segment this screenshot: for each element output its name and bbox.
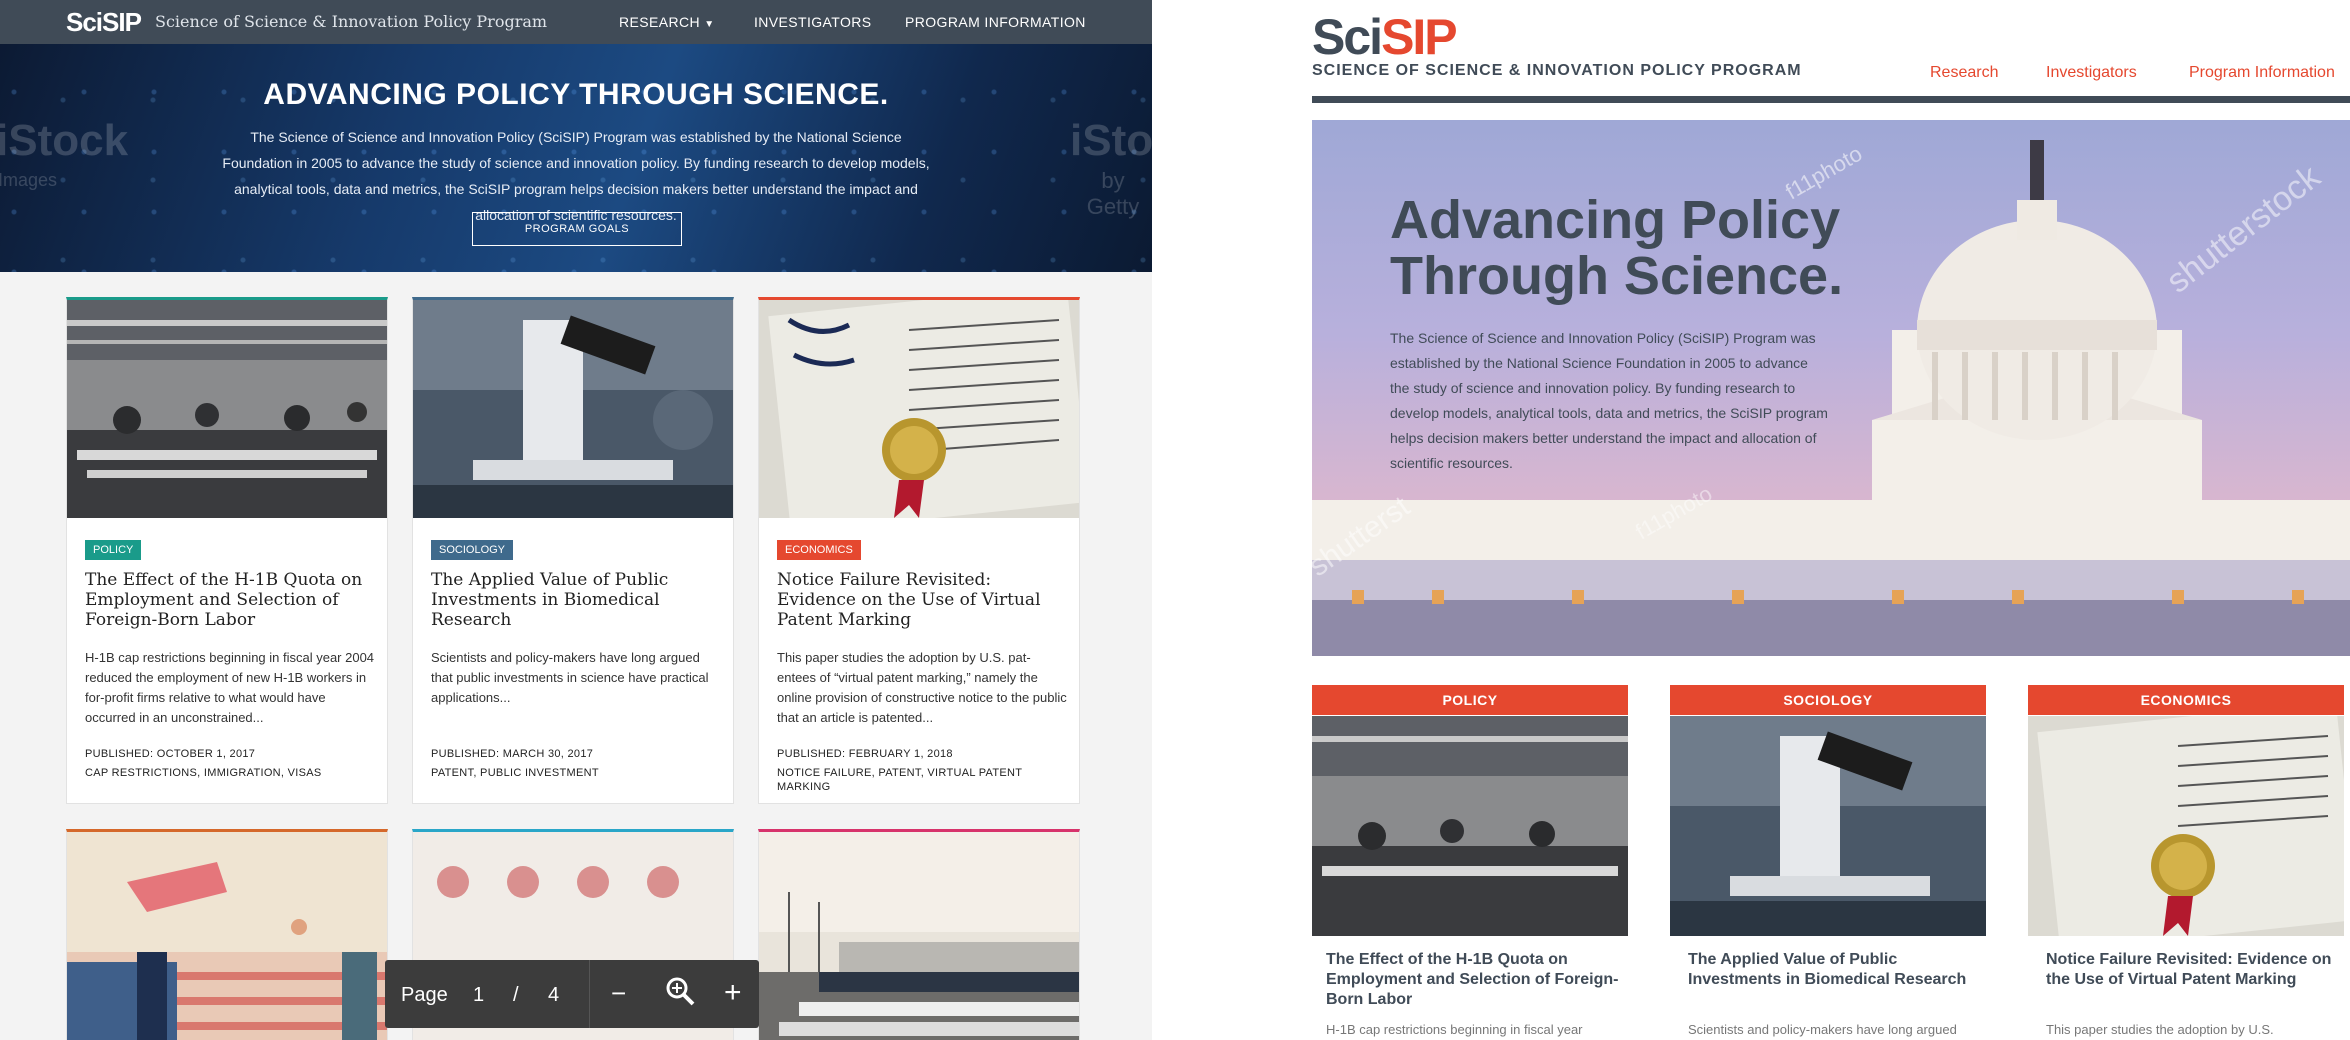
divider: [589, 960, 590, 1028]
zoom-out-icon[interactable]: −: [611, 978, 626, 1009]
nav-research[interactable]: RESEARCH ▼: [619, 14, 715, 30]
left-design: SciSIP Science of Science & Innovation P…: [0, 0, 1152, 1040]
published-date: PUBLISHED: FEBRUARY 1, 2018: [777, 748, 953, 760]
chevron-down-icon: ▼: [704, 19, 715, 30]
watermark: Images: [0, 170, 58, 190]
article-keywords: PATENT, PUBLIC INVESTMENT: [431, 767, 599, 779]
page-label: Page: [401, 984, 448, 1006]
site-tagline: Science of Science & Innovation Policy P…: [155, 12, 548, 31]
program-goals-button[interactable]: PROGRAM GOALS: [472, 212, 682, 246]
article-title[interactable]: The Applied Value of Public Investments …: [1688, 950, 1988, 990]
page-separator: /: [513, 984, 519, 1006]
article-title[interactable]: The Effect of the H-1B Quota on Employme…: [1326, 950, 1626, 1010]
logo-part: SIP: [1381, 9, 1458, 65]
article-card[interactable]: [758, 829, 1080, 1040]
article-excerpt: H-1B cap restrictions beginning in fisca…: [85, 650, 375, 725]
right-design: SciSIP SCIENCE OF SCIENCE & INNOVATION P…: [1312, 0, 2350, 1040]
nav-research-label: RESEARCH: [619, 14, 700, 30]
hero-description: The Science of Science and Innovation Po…: [1390, 330, 1828, 471]
article-card[interactable]: [66, 829, 388, 1040]
category-header[interactable]: POLICY: [1312, 685, 1628, 715]
article-title[interactable]: Notice Failure Revisited: Evidence on th…: [2046, 950, 2346, 990]
patent-document-photo: [759, 300, 1079, 518]
zoom-icon[interactable]: [665, 976, 695, 1012]
total-pages: 4: [548, 984, 560, 1006]
hero-banner: f11photo shutterstock shutterst f11photo…: [1312, 120, 2350, 656]
nav-investigators[interactable]: INVESTIGATORS: [754, 14, 871, 30]
article-excerpt: This paper studies the adoption by U.S. …: [777, 650, 1067, 725]
zoom-in-icon[interactable]: +: [724, 976, 742, 1010]
article-title[interactable]: Notice Failure Revisited: Evidence on th…: [777, 570, 1067, 630]
hero-banner: iStock Images iSto by Getty ADVANCING PO…: [0, 44, 1152, 272]
page-navigator: Page 1 / 4 − +: [385, 960, 759, 1028]
site-logo[interactable]: SciSIP: [1312, 8, 1458, 66]
article-title[interactable]: The Applied Value of Public Investments …: [431, 570, 721, 630]
patent-document-photo: [2028, 716, 2344, 936]
category-header[interactable]: SOCIOLOGY: [1670, 685, 1986, 715]
article-card[interactable]: SOCIOLOGY The Applied Value of Public In…: [412, 297, 734, 804]
logo-part: Sci: [1312, 9, 1383, 65]
top-nav-bar: SciSIP Science of Science & Innovation P…: [0, 0, 1152, 44]
article-excerpt: Scientists and policy-makers have long a…: [1688, 1022, 1957, 1037]
category-badge[interactable]: ECONOMICS: [777, 540, 861, 560]
article-keywords: NOTICE FAILURE, PATENT, VIRTUAL PATENT M…: [777, 767, 1023, 793]
office-photo: [1312, 716, 1628, 936]
nav-investigators[interactable]: Investigators: [2046, 64, 2137, 82]
office-photo: [67, 300, 387, 518]
category-header[interactable]: ECONOMICS: [2028, 685, 2344, 715]
article-excerpt: This paper studies the adoption by U.S.: [2046, 1022, 2274, 1037]
article-title[interactable]: The Effect of the H-1B Quota on Employme…: [85, 570, 375, 630]
article-excerpt: Scientists and policy-makers have long a…: [431, 650, 709, 705]
site-logo[interactable]: SciSIP: [66, 7, 142, 38]
current-page[interactable]: 1: [473, 984, 484, 1007]
airport-photo: [759, 832, 1079, 1040]
hero-title: Advancing Policy Through Science.: [1390, 190, 1844, 306]
article-excerpt: H-1B cap restrictions beginning in fisca…: [1326, 1022, 1583, 1037]
article-keywords: CAP RESTRICTIONS, IMMIGRATION, VISAS: [85, 767, 322, 779]
site-tagline: SCIENCE OF SCIENCE & INNOVATION POLICY P…: [1312, 62, 1802, 79]
microscope-photo: [413, 300, 733, 518]
illustration-image: [67, 832, 387, 1040]
published-date: PUBLISHED: OCTOBER 1, 2017: [85, 748, 256, 760]
nav-program-information[interactable]: Program Information: [2189, 64, 2335, 82]
hero-title: ADVANCING POLICY THROUGH SCIENCE.: [263, 78, 889, 111]
article-card[interactable]: ECONOMICS Notice Failure Revisited: Evid…: [758, 297, 1080, 804]
microscope-photo: [1670, 716, 1986, 936]
nav-research[interactable]: Research: [1930, 64, 1998, 82]
nav-program-information[interactable]: PROGRAM INFORMATION: [905, 14, 1086, 30]
article-card[interactable]: POLICY The Effect of the H-1B Quota on E…: [66, 297, 388, 804]
watermark: by Getty: [1086, 168, 1140, 219]
watermark: iStock: [0, 116, 129, 165]
category-badge[interactable]: POLICY: [85, 540, 142, 560]
published-date: PUBLISHED: MARCH 30, 2017: [431, 748, 594, 760]
category-badge[interactable]: SOCIOLOGY: [431, 540, 514, 560]
watermark: iSto: [1070, 116, 1152, 165]
header-divider: [1312, 96, 2350, 103]
